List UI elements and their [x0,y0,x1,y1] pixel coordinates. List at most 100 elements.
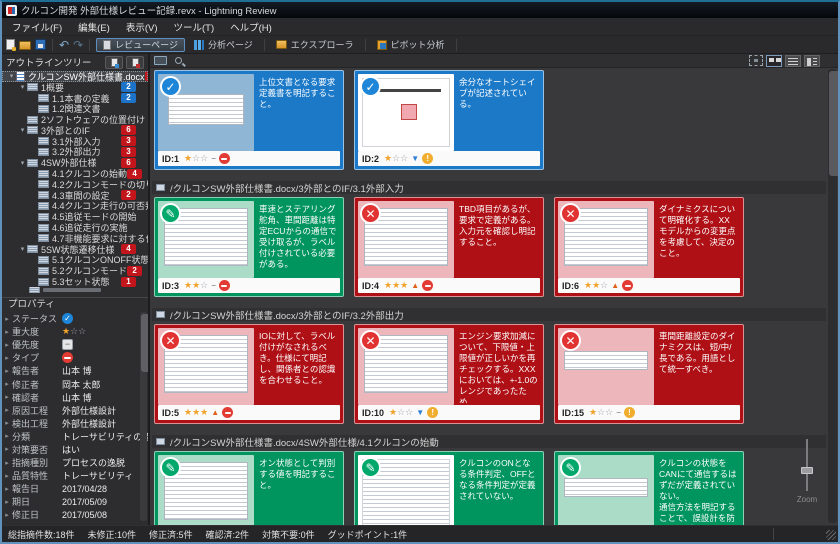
tree-item[interactable]: 5.3セット状態1 [2,276,148,287]
property-row[interactable]: ▸分類トレーサビリティの確立 [2,430,148,443]
group-header: /クルコンSW外部仕様書.docx/3外部とのIF/3.1外部入力 [152,181,826,194]
property-row[interactable]: ▸報告日2017/04/28 [2,482,148,495]
review-card[interactable]: ✎クルコンの状態をCANにて通信するはずだが定義されていない。 通信方法を明記す… [554,451,744,525]
new-file-icon[interactable] [6,39,15,50]
resize-grip[interactable] [826,530,836,540]
tree-item[interactable]: 1.2関連文書 [2,103,148,114]
review-card[interactable]: ✕車間距離設定のダイナミクスは、短/中/長である。用語として統一すべき。ID:1… [554,324,744,424]
property-row[interactable]: ▸対策要否はい [2,443,148,456]
tree-item[interactable]: 1.1本書の定義2 [2,93,148,104]
review-card[interactable]: ✓余分なオートシェイプが記述されている。ID:2★☆☆▼! [354,70,544,170]
tree-item[interactable]: 4.1クルコンの始動4 [2,168,148,179]
type-noentry-icon [422,280,433,291]
view-list-button[interactable] [785,55,801,67]
tree-item[interactable]: ▾4SW外部仕様6 [2,157,148,168]
property-row[interactable]: ▸修正者岡本 太郎 [2,377,148,390]
review-card[interactable]: ✎クルコンのONとなる条件判定、OFFとなる条件判定が定義されていない。 [354,451,544,525]
review-card[interactable]: ✕ダイナミクスについて明確化する。XXモデルからの変更点を考慮して、決定のこと。… [554,197,744,297]
tree-item[interactable]: 4.6追従走行の実施 [2,222,148,233]
review-card[interactable]: ✎オン状態として判別する値を明記すること。 [154,451,344,525]
property-row[interactable]: ▸原因工程外部仕様設計 [2,404,148,417]
property-row[interactable]: ▸修正日2017/05/08 [2,508,148,521]
tree-expand-arrow[interactable]: ▾ [18,159,27,167]
tree-item[interactable]: 5.2クルコンモード2 [2,265,148,276]
menu-item[interactable]: 編集(E) [70,18,118,36]
property-label: 報告日 [12,482,62,495]
property-row[interactable]: ▸重大度★☆☆ [2,325,148,338]
open-file-icon[interactable] [19,41,31,50]
main-scrollbar[interactable] [828,69,837,523]
property-value: 2017/05/08 [62,510,107,520]
scrollbar-thumb[interactable] [141,314,149,372]
redo-icon[interactable]: ↷ [73,39,83,51]
property-row[interactable]: ▸検出工程外部仕様設計 [2,417,148,430]
expand-all-button[interactable] [105,56,123,69]
title-bar[interactable]: クルコン開発 外部仕様レビュー記録.revx - Lightning Revie… [2,2,838,18]
property-row[interactable]: ▸指摘種別プロセスの逸脱 [2,456,148,469]
property-row[interactable]: ▸期日2017/05/09 [2,495,148,508]
property-row[interactable]: ▸ステータス✓ [2,312,148,325]
tree-item[interactable]: 3.1外部入力3 [2,136,148,147]
view-cards-button[interactable] [766,55,782,67]
property-row[interactable]: ▸優先度− [2,338,148,351]
tree-item-label: 4.3車間の設定 [52,190,110,201]
status-unfixed-icon: ✕ [160,330,181,351]
toolbar-button-pivot-analysis[interactable]: ピボット分析 [370,38,452,52]
collapse-all-button[interactable] [126,56,144,69]
save-icon[interactable] [35,39,46,50]
menu-item[interactable]: ファイル(F) [4,18,70,36]
property-row[interactable]: ▸報告者山本 博 [2,364,148,377]
tree-item[interactable]: 4.3車間の設定2 [2,190,148,201]
undo-icon[interactable]: ↶ [59,39,69,51]
zoom-slider-thumb[interactable] [801,467,813,474]
property-row[interactable]: ▸タイプ [2,351,148,364]
tree-item[interactable]: 4.2クルコンモードの切り替え [2,179,148,190]
menu-item[interactable]: ヘルプ(H) [222,18,280,36]
property-label: タイプ [12,351,62,364]
tree-expand-arrow[interactable]: ▾ [7,72,16,80]
search-icon[interactable] [175,57,182,64]
tree-item[interactable]: ▾3外部とのIF6 [2,125,148,136]
tree-item[interactable]: 4.7非機能要求に対する仕様 [2,233,148,244]
priority-none-icon: − [62,339,73,350]
view-detail-button[interactable] [804,55,820,67]
review-card[interactable]: ✕TBD項目があるが、要求で定義がある。入力元を確認し明記すること。ID:4★★… [354,197,544,297]
display-icon[interactable] [154,56,167,65]
tree-item[interactable]: ▾5SW状態遷移仕様4 [2,244,148,255]
review-card[interactable]: ✕IOに対して、ラベル付けがなされるべき。仕様にて明記し、関係者との認識を合わせ… [154,324,344,424]
tree-item[interactable]: 4.4クルコン走行の可否判断 [2,201,148,212]
tree-item[interactable]: 3.2外部出力3 [2,147,148,158]
menu-item[interactable]: ツール(T) [165,18,222,36]
toolbar-button-analysis-page[interactable]: 分析ページ [187,38,260,52]
tree-item[interactable]: 4.5追従モードの開始 [2,211,148,222]
tree-item[interactable]: 2ソフトウェアの位置付け [2,114,148,125]
tree-item[interactable]: ▾1概要2 [2,82,148,93]
zoom-slider[interactable]: Zoom [794,439,820,507]
property-label: 原因工程 [12,404,62,417]
tree-item-label: 5SW状態遷移仕様 [41,244,115,255]
property-label: 修正日 [12,508,62,521]
fit-screen-icon[interactable] [749,55,763,66]
tree-item[interactable]: 5.1クルコンONOFF状態1 [2,255,148,266]
tree-expand-arrow[interactable]: ▾ [18,245,27,253]
review-card[interactable]: ✕エンジン要求加減について、下限値・上限値が正しいかを再チェックする。XXXにお… [354,324,544,424]
card-row: ✎車速とステアリング舵角、車間距離は特定ECUからの通信で受け取るが、ラベル付け… [154,197,826,297]
status-segment: グッドポイント:1件 [328,528,408,541]
card-comment: オン状態として判別する値を明記すること。 [259,458,338,525]
review-card[interactable]: ✎車速とステアリング舵角、車間距離は特定ECUからの通信で受け取るが、ラベル付け… [154,197,344,297]
tree-expand-arrow[interactable]: ▾ [18,83,27,91]
star-icon: ☆ [597,407,605,417]
scrollbar-thumb[interactable] [829,71,838,176]
sidebar-scrollbar[interactable] [140,312,147,521]
toolbar-button-explorer[interactable]: エクスプローラ [269,38,361,52]
toolbar-button-review-page[interactable]: レビューページ [96,38,185,52]
tree-item[interactable]: ▾クルコンSW外部仕様書.docx18 [2,71,148,82]
review-card[interactable]: ✓上位文書となる要求定義書を明記すること。ID:1★☆☆− [154,70,344,170]
expand-all-icon [111,58,118,67]
menu-item[interactable]: 表示(V) [118,18,166,36]
tree-expand-arrow[interactable]: ▾ [18,126,27,134]
document-icon [38,170,49,178]
card-id-bar: ID:2★☆☆▼! [358,151,540,166]
property-row[interactable]: ▸品質特性トレーサビリティ [2,469,148,482]
property-row[interactable]: ▸確認者山本 博 [2,391,148,404]
